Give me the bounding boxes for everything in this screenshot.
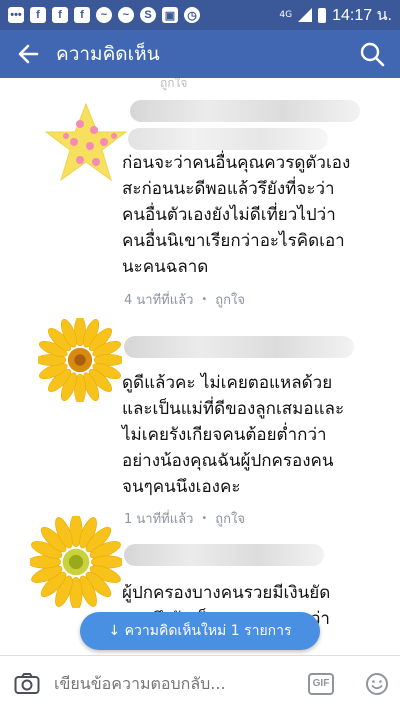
search-icon: [360, 42, 385, 67]
comment-time: 4 นาทีที่แล้ว: [124, 293, 194, 308]
facebook-icon: f: [74, 7, 90, 23]
alarm-icon: ◷: [184, 7, 200, 23]
gif-button[interactable]: GIF: [308, 672, 334, 695]
comment-meta: 4 นาทีที่แล้ว • ถูกใจ: [124, 289, 245, 310]
facebook-icon: f: [30, 7, 46, 23]
messages-icon: •••: [8, 7, 24, 23]
comments-list[interactable]: ถูกใจ ก่อนจะว่าคนอื่นคุณควรดูตัวเอง สะก่…: [0, 78, 400, 653]
separator-dot: •: [201, 513, 208, 524]
page-title: ความคิดเห็น: [56, 43, 160, 65]
sunflower-avatar-icon[interactable]: [38, 318, 122, 402]
reply-composer: GIF: [0, 655, 400, 711]
previous-comment-like[interactable]: ถูกใจ: [160, 78, 187, 93]
star-avatar-icon[interactable]: [44, 102, 128, 186]
back-button[interactable]: [0, 30, 56, 78]
notification-icons: ••• f f f ~ ~ S ▣ ◷: [8, 7, 200, 23]
separator-dot: •: [201, 294, 208, 305]
reply-input[interactable]: [54, 674, 308, 693]
camera-icon: [14, 672, 40, 694]
app-header: ความคิดเห็น: [0, 30, 400, 78]
new-comments-button[interactable]: ↓ ความคิดเห็นใหม่ 1 รายการ: [80, 612, 320, 650]
camera-button[interactable]: [0, 656, 54, 711]
blurred-name: [124, 336, 354, 358]
search-button[interactable]: [344, 30, 400, 78]
blurred-name: [124, 544, 324, 566]
comment-meta: 1 นาทีที่แล้ว • ถูกใจ: [124, 508, 245, 529]
comment-text: ดูดีแล้วคะ ไม่เคยตอแหลด้วย และเป็นแม่ที่…: [122, 373, 345, 497]
back-arrow-icon: [18, 44, 39, 64]
facebook-icon: f: [52, 7, 68, 23]
network-type: 4G: [279, 9, 293, 20]
messenger-icon: ~: [118, 7, 134, 23]
messenger-icon: ~: [96, 7, 112, 23]
blurred-name: [128, 128, 328, 150]
sunflower-avatar-icon[interactable]: [30, 516, 122, 608]
emoji-button[interactable]: [354, 672, 400, 696]
battery-icon: [318, 7, 327, 23]
status-bar: ••• f f f ~ ~ S ▣ ◷ 4G 14:17 น.: [0, 0, 400, 30]
like-button[interactable]: ถูกใจ: [215, 289, 245, 310]
smiley-icon: [366, 672, 388, 695]
blurred-name: [130, 100, 360, 122]
comment-text: ก่อนจะว่าคนอื่นคุณควรดูตัวเอง สะก่อนนะดี…: [122, 153, 351, 277]
gallery-icon: ▣: [162, 7, 178, 23]
signal-icon: [298, 8, 313, 22]
clock: 14:17 น.: [332, 6, 392, 24]
like-button[interactable]: ถูกใจ: [215, 508, 245, 529]
s-app-icon: S: [140, 7, 156, 23]
comment-time: 1 นาทีที่แล้ว: [124, 512, 194, 527]
